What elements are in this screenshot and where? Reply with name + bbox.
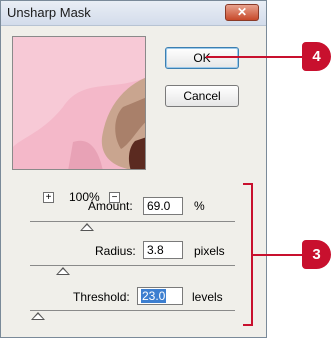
callout-3-line — [253, 254, 303, 256]
amount-slider-track[interactable] — [30, 221, 235, 222]
unsharp-mask-dialog: Unsharp Mask ✕ OK Cancel + 100% − Amount… — [0, 0, 267, 338]
radius-slider-track[interactable] — [30, 265, 235, 266]
threshold-value-selected: 23.0 — [141, 289, 167, 303]
radius-unit: pixels — [194, 244, 225, 258]
callout-4-badge: 4 — [302, 42, 331, 71]
plus-icon: + — [45, 192, 52, 203]
preview-image[interactable] — [12, 36, 146, 170]
close-icon: ✕ — [236, 5, 248, 19]
zoom-in-button[interactable]: + — [43, 192, 54, 203]
radius-slider-thumb[interactable] — [55, 267, 70, 275]
threshold-field[interactable]: 23.0 — [137, 287, 183, 305]
amount-slider-thumb[interactable] — [80, 223, 95, 231]
amount-label: Amount: — [88, 199, 133, 213]
threshold-slider-thumb[interactable] — [31, 312, 46, 320]
ok-button[interactable]: OK — [165, 47, 239, 69]
close-button[interactable]: ✕ — [225, 4, 259, 21]
radius-label: Radius: — [95, 244, 136, 258]
cancel-button[interactable]: Cancel — [165, 85, 239, 107]
threshold-label: Threshold: — [73, 290, 130, 304]
radius-field[interactable]: 3.8 — [143, 241, 183, 259]
callout-3-badge: 3 — [302, 240, 331, 269]
preview-photo — [13, 37, 145, 169]
callout-4-line — [206, 56, 302, 58]
settings-bracket — [243, 183, 253, 326]
threshold-slider-track[interactable] — [30, 310, 235, 311]
amount-unit: % — [194, 199, 205, 213]
title-bar: Unsharp Mask ✕ — [1, 1, 266, 26]
dialog-title: Unsharp Mask — [7, 5, 91, 20]
threshold-unit: levels — [192, 290, 223, 304]
amount-field[interactable]: 69.0 — [143, 197, 183, 215]
